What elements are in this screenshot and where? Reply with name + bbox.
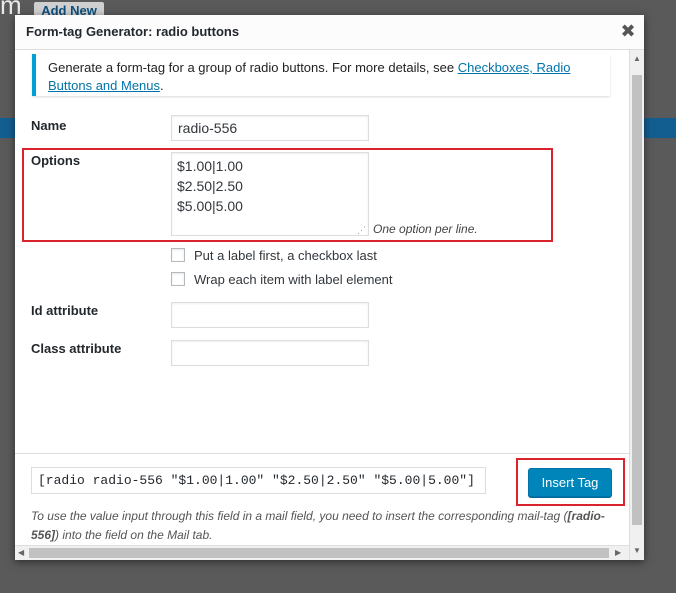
- mail-tag-note: To use the value input through this fiel…: [31, 507, 621, 545]
- vertical-scroll-thumb[interactable]: [632, 75, 642, 525]
- wrap-label-checkbox[interactable]: [171, 272, 185, 286]
- scroll-right-icon[interactable]: ▶: [615, 548, 621, 557]
- notice-text: Generate a form-tag for a group of radio…: [48, 60, 458, 75]
- close-icon[interactable]: ✖: [618, 21, 638, 41]
- wrap-label-option[interactable]: Wrap each item with label element: [171, 272, 392, 287]
- id-attribute-label: Id attribute: [31, 303, 99, 318]
- info-notice: Generate a form-tag for a group of radio…: [32, 54, 610, 96]
- scroll-left-icon[interactable]: ◀: [18, 548, 24, 557]
- horizontal-scrollbar[interactable]: ◀ ▶: [15, 545, 629, 560]
- id-attribute-input[interactable]: [171, 302, 369, 328]
- class-attribute-label: Class attribute: [31, 341, 122, 356]
- tag-output-field[interactable]: [31, 467, 486, 494]
- scroll-up-icon[interactable]: ▲: [633, 54, 641, 63]
- class-attribute-input[interactable]: [171, 340, 369, 366]
- label-first-option[interactable]: Put a label first, a checkbox last: [171, 248, 377, 263]
- notice-suffix: .: [160, 78, 164, 93]
- name-input[interactable]: [171, 115, 369, 141]
- dialog-title: Form-tag Generator: radio buttons: [26, 24, 240, 39]
- name-label: Name: [31, 118, 67, 133]
- wrap-label-text: Wrap each item with label element: [194, 272, 393, 287]
- insert-box-divider: [15, 453, 629, 454]
- form-tag-dialog: Form-tag Generator: radio buttons ✖ Gene…: [15, 15, 644, 560]
- options-textarea[interactable]: $1.00|1.00 $2.50|2.50 $5.00|5.00: [171, 152, 369, 236]
- mail-tag-note-before: To use the value input through this fiel…: [31, 509, 568, 523]
- options-hint: One option per line.: [373, 222, 478, 236]
- horizontal-scroll-thumb[interactable]: [29, 548, 609, 558]
- dialog-titlebar: Form-tag Generator: radio buttons ✖: [15, 15, 644, 50]
- label-first-text: Put a label first, a checkbox last: [194, 248, 377, 263]
- vertical-scrollbar[interactable]: ▲ ▼: [629, 50, 644, 560]
- label-first-checkbox[interactable]: [171, 248, 185, 262]
- options-label: Options: [31, 153, 81, 168]
- insert-tag-button[interactable]: Insert Tag: [528, 468, 612, 497]
- resize-grip-icon[interactable]: ⋰: [357, 225, 366, 236]
- scroll-down-icon[interactable]: ▼: [633, 546, 641, 555]
- mail-tag-note-after: ) into the field on the Mail tab.: [55, 528, 213, 542]
